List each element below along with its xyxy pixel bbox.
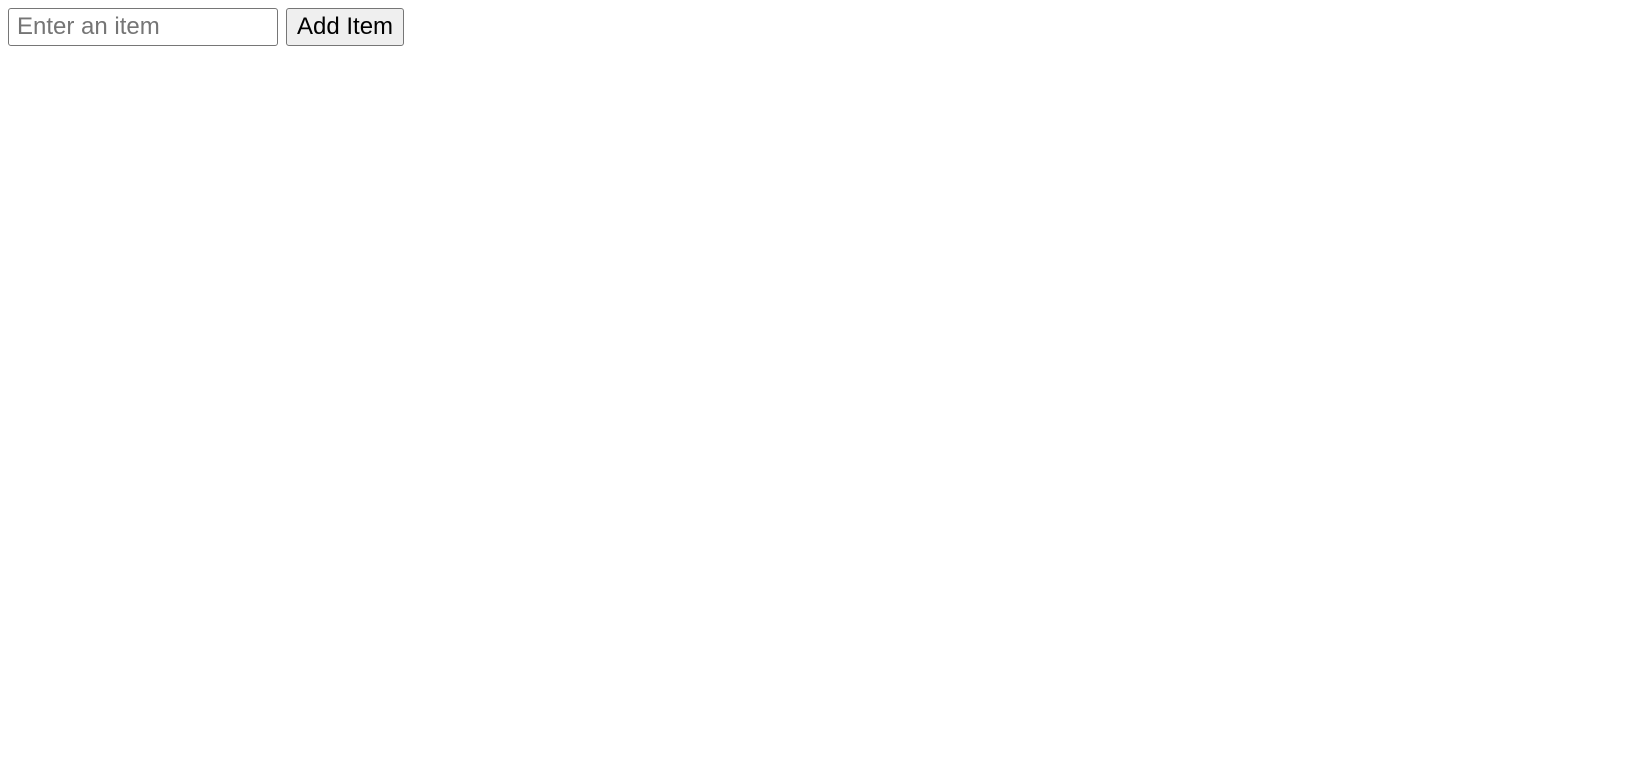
add-item-button[interactable]: Add Item bbox=[286, 8, 404, 46]
item-input[interactable] bbox=[8, 8, 278, 46]
add-item-form: Add Item bbox=[8, 8, 1644, 46]
